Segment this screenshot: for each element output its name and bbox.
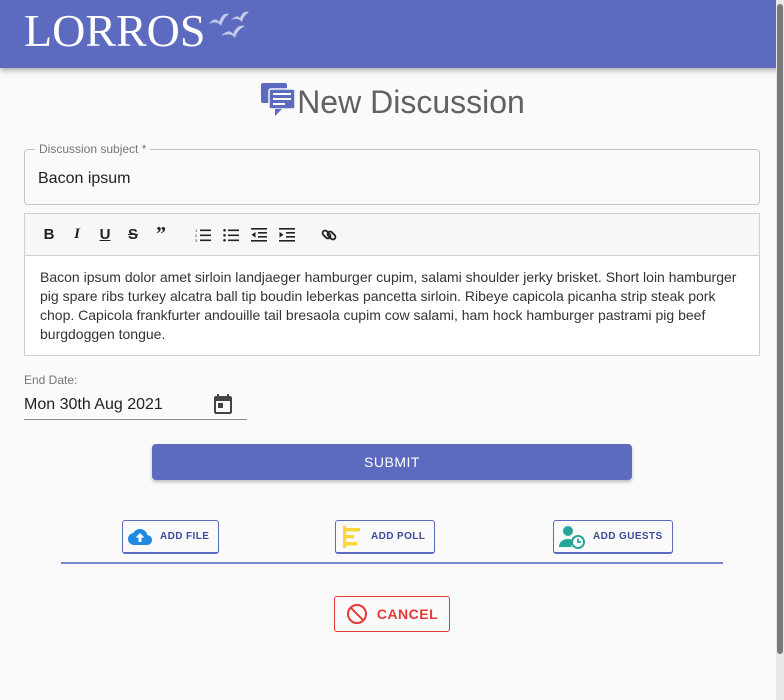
editor-content[interactable]: Bacon ipsum dolor amet sirloin landjaege… bbox=[25, 256, 759, 356]
birds-logo-icon bbox=[209, 11, 250, 38]
logo[interactable]: LORROS bbox=[24, 6, 251, 56]
indent-icon[interactable] bbox=[273, 221, 301, 249]
outdent-icon[interactable] bbox=[245, 221, 273, 249]
numbered-list-icon[interactable]: 123 bbox=[189, 221, 217, 249]
underline-icon[interactable]: U bbox=[91, 221, 119, 249]
cancel-label: CANCEL bbox=[376, 606, 439, 622]
top-app-bar: LORROS bbox=[0, 0, 784, 68]
add-guest-icon bbox=[559, 525, 585, 549]
italic-icon[interactable]: I bbox=[63, 221, 91, 249]
add-guests-button[interactable]: ADD GUESTS bbox=[553, 520, 673, 554]
block-icon bbox=[346, 604, 367, 624]
add-guests-label: ADD GUESTS bbox=[593, 531, 663, 542]
end-date-field[interactable]: Mon 30th Aug 2021 bbox=[24, 390, 247, 420]
add-file-button[interactable]: ADD FILE bbox=[122, 520, 220, 554]
submit-button[interactable]: SUBMIT bbox=[152, 444, 632, 480]
cloud-upload-icon bbox=[128, 528, 152, 545]
bold-icon[interactable]: B bbox=[35, 221, 63, 249]
subject-field[interactable]: Discussion subject * Bacon ipsum bbox=[24, 142, 760, 205]
strikethrough-icon[interactable]: S bbox=[119, 221, 147, 249]
add-poll-button[interactable]: ADD POLL bbox=[335, 520, 436, 554]
add-poll-label: ADD POLL bbox=[371, 531, 426, 542]
subject-input[interactable]: Bacon ipsum bbox=[38, 170, 131, 188]
subject-label: Discussion subject * bbox=[35, 142, 151, 156]
page-title: New Discussion bbox=[297, 84, 525, 120]
divider bbox=[61, 562, 723, 564]
quote-icon[interactable]: ” bbox=[147, 221, 175, 249]
editor-toolbar: B I U S ” 123 bbox=[25, 214, 759, 256]
cancel-button[interactable]: CANCEL bbox=[334, 596, 450, 632]
logo-text: LORROS bbox=[24, 5, 206, 56]
end-date-label: End Date: bbox=[24, 373, 78, 387]
rich-text-editor[interactable]: B I U S ” 123 Bacon ipsum dolor amet sir… bbox=[24, 213, 760, 356]
page-heading: New Discussion bbox=[0, 82, 784, 121]
end-date-input[interactable]: Mon 30th Aug 2021 bbox=[24, 396, 163, 414]
poll-chart-icon bbox=[343, 525, 360, 548]
link-icon[interactable] bbox=[315, 221, 343, 249]
calendar-icon[interactable] bbox=[211, 392, 235, 416]
bulleted-list-icon[interactable] bbox=[217, 221, 245, 249]
discussion-icon bbox=[261, 82, 296, 116]
add-file-label: ADD FILE bbox=[160, 531, 210, 542]
svg-text:3: 3 bbox=[195, 238, 198, 242]
